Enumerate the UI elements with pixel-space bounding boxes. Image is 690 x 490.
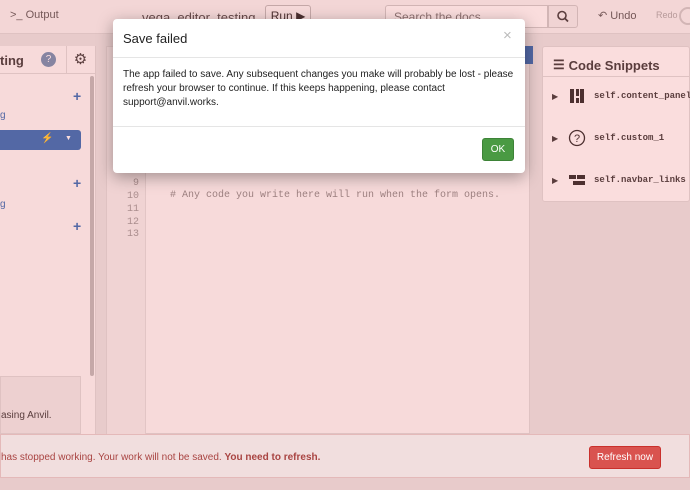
- error-bar: has stopped working. Your work will not …: [0, 434, 690, 478]
- dialog-title: Save failed: [123, 31, 188, 46]
- dialog-body: The app failed to save. Any subsequent c…: [113, 58, 525, 127]
- dialog-header: Save failed ×: [113, 19, 525, 58]
- close-icon[interactable]: ×: [503, 27, 512, 44]
- save-failed-dialog: Save failed × The app failed to save. An…: [113, 19, 525, 173]
- ok-button[interactable]: OK: [482, 138, 514, 161]
- error-text: has stopped working. Your work will not …: [1, 452, 222, 463]
- error-message: has stopped working. Your work will not …: [1, 452, 320, 463]
- refresh-now-button[interactable]: Refresh now: [589, 446, 661, 469]
- error-emphasis: You need to refresh.: [224, 452, 321, 463]
